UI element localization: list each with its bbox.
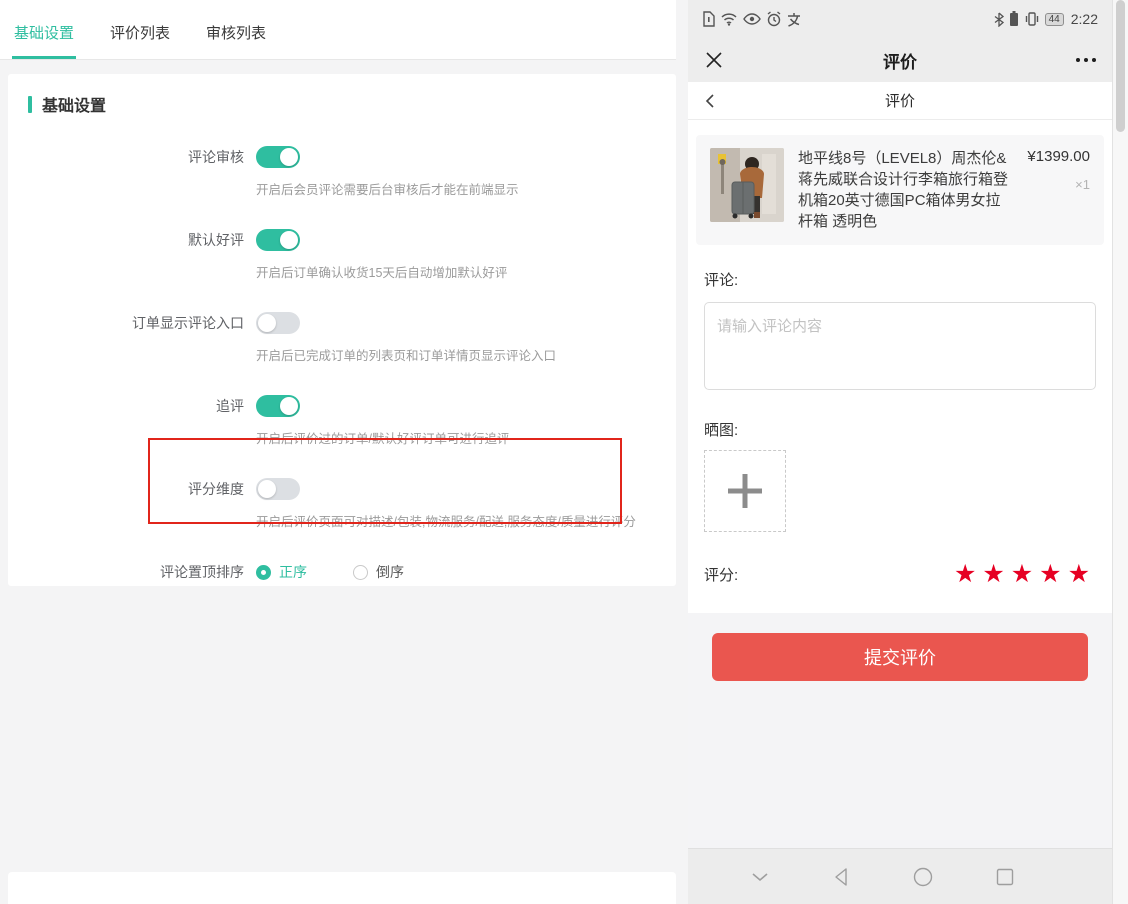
setting-label: 评分维度 — [28, 478, 244, 531]
setting-label: 评论置顶排序 — [28, 561, 244, 583]
phone-subheader: 评价 — [688, 82, 1112, 120]
settings-rows: 评论审核 开启后会员评论需要后台审核后才能在前端显示 默认好评 开启后订单确认收… — [28, 146, 656, 583]
battery-full-icon — [1009, 11, 1019, 27]
admin-bottom-card — [8, 872, 676, 904]
radio-option-ascending[interactable]: 正序 — [256, 562, 307, 582]
alarm-clock-icon — [766, 11, 782, 27]
battery-percent-badge: 44 — [1045, 13, 1064, 26]
radio-selected-icon — [256, 565, 271, 580]
radio-label: 正序 — [279, 562, 307, 582]
section-title: 基础设置 — [28, 92, 656, 116]
product-card[interactable]: 地平线8号（LEVEL8）周杰伦&蒋先威联合设计行李箱旅行箱登机箱20英寸德国P… — [696, 135, 1104, 245]
rating-dimension-toggle[interactable] — [256, 478, 300, 500]
section-title-text: 基础设置 — [42, 92, 106, 116]
toggle-knob — [280, 231, 298, 249]
travel-mode-icon — [787, 12, 801, 27]
setting-row-order-comment-entry: 订单显示评论入口 开启后已完成订单的列表页和订单详情页显示评论入口 — [28, 312, 656, 365]
section-title-accent-bar — [28, 96, 32, 113]
page-scrollbar[interactable] — [1112, 0, 1128, 904]
back-icon[interactable] — [702, 93, 718, 109]
review-form: 评论: 晒图: 评分: ★★★★★ — [688, 245, 1112, 611]
tab-basic-settings[interactable]: 基础设置 — [12, 22, 76, 59]
radio-option-descending[interactable]: 倒序 — [353, 562, 404, 582]
close-icon[interactable] — [704, 50, 724, 70]
radio-unselected-icon — [353, 565, 368, 580]
phone-header: 评价 — [688, 38, 1112, 82]
wifi-icon — [720, 12, 738, 26]
radio-label: 倒序 — [376, 562, 404, 582]
android-nav-bar — [688, 848, 1112, 904]
comment-audit-toggle[interactable] — [256, 146, 300, 168]
plus-icon — [722, 468, 768, 514]
phone-preview: 44 2:22 评价 评价 — [688, 0, 1112, 904]
submit-section: 提交评价 — [688, 613, 1112, 848]
phone-status-bar: 44 2:22 — [688, 0, 1112, 38]
setting-label: 评论审核 — [28, 146, 244, 199]
setting-label: 订单显示评论入口 — [28, 312, 244, 365]
status-time: 2:22 — [1071, 11, 1098, 27]
order-comment-entry-toggle[interactable] — [256, 312, 300, 334]
nav-back-icon[interactable] — [832, 867, 852, 887]
setting-row-comment-sort: 评论置顶排序 正序 倒序 — [28, 561, 656, 583]
nav-home-icon[interactable] — [912, 866, 934, 888]
follow-up-review-toggle[interactable] — [256, 395, 300, 417]
battery-percent-value: 44 — [1049, 14, 1060, 25]
status-icons-right: 44 2:22 — [994, 11, 1098, 27]
product-quantity: ×1 — [1014, 177, 1090, 192]
rating-row: 评分: ★★★★★ — [704, 562, 1096, 587]
comment-input[interactable] — [704, 302, 1096, 390]
scrollbar-thumb[interactable] — [1116, 0, 1125, 132]
more-menu-icon[interactable] — [1076, 58, 1096, 62]
sim-card-icon — [702, 11, 715, 27]
tab-bar: 基础设置 评价列表 审核列表 — [0, 0, 676, 60]
setting-label: 追评 — [28, 395, 244, 448]
page: 基础设置 评价列表 审核列表 基础设置 评论审核 开启后会员评论需要后台审核后才… — [0, 0, 1128, 904]
vibrate-icon — [1024, 11, 1040, 27]
submit-review-button[interactable]: 提交评价 — [712, 633, 1088, 681]
bluetooth-icon — [994, 12, 1004, 27]
setting-row-default-praise: 默认好评 开启后订单确认收货15天后自动增加默认好评 — [28, 229, 656, 282]
product-price: ¥1399.00 — [1014, 148, 1090, 165]
product-title: 地平线8号（LEVEL8）周杰伦&蒋先威联合设计行李箱旅行箱登机箱20英寸德国P… — [798, 148, 1014, 232]
rating-stars[interactable]: ★★★★★ — [954, 562, 1096, 587]
hide-navbar-icon[interactable] — [749, 870, 771, 884]
setting-helper: 开启后订单确认收货15天后自动增加默认好评 — [256, 265, 507, 282]
toggle-knob — [280, 148, 298, 166]
setting-row-rating-dimension: 评分维度 开启后评价页面可对描述/包装,物流服务/配送,服务态度/质量进行评分 — [28, 478, 656, 531]
rating-label: 评分: — [704, 564, 738, 585]
toggle-knob — [280, 397, 298, 415]
setting-helper: 开启后评价过的订单/默认好评订单可进行追评 — [256, 431, 509, 448]
comment-label: 评论: — [704, 269, 1096, 290]
product-image — [710, 148, 784, 222]
admin-panel: 基础设置 评价列表 审核列表 基础设置 评论审核 开启后会员评论需要后台审核后才… — [0, 0, 676, 904]
setting-label: 默认好评 — [28, 229, 244, 282]
nav-recents-icon[interactable] — [995, 867, 1015, 887]
setting-helper: 开启后会员评论需要后台审核后才能在前端显示 — [256, 182, 519, 199]
eye-comfort-icon — [743, 12, 761, 26]
status-icons-left — [702, 11, 801, 27]
default-praise-toggle[interactable] — [256, 229, 300, 251]
photos-label: 晒图: — [704, 419, 1096, 440]
setting-row-comment-audit: 评论审核 开启后会员评论需要后台审核后才能在前端显示 — [28, 146, 656, 199]
tab-audit-list[interactable]: 审核列表 — [204, 22, 268, 59]
setting-row-follow-up-review: 追评 开启后评价过的订单/默认好评订单可进行追评 — [28, 395, 656, 448]
toggle-knob — [258, 314, 276, 332]
setting-helper: 开启后已完成订单的列表页和订单详情页显示评论入口 — [256, 348, 556, 365]
tab-review-list[interactable]: 评价列表 — [108, 22, 172, 59]
setting-helper: 开启后评价页面可对描述/包装,物流服务/配送,服务态度/质量进行评分 — [256, 514, 636, 531]
phone-subheader-title: 评价 — [885, 90, 915, 111]
toggle-knob — [258, 480, 276, 498]
phone-header-title: 评价 — [883, 48, 917, 73]
settings-card: 基础设置 评论审核 开启后会员评论需要后台审核后才能在前端显示 默认好评 开启后… — [8, 74, 676, 586]
add-photo-button[interactable] — [704, 450, 786, 532]
